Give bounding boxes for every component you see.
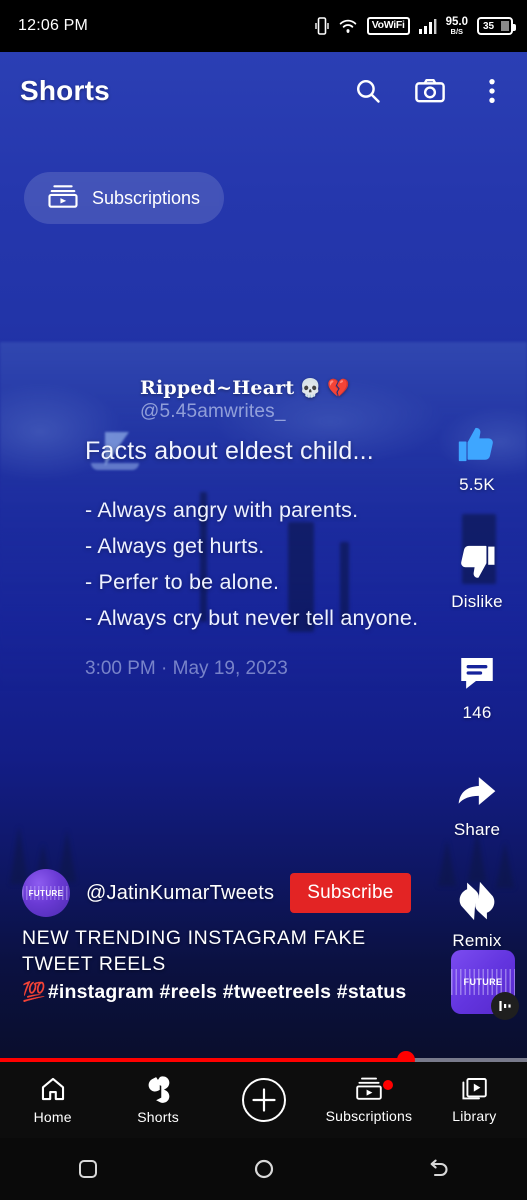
- nav-item-subscriptions[interactable]: Subscriptions: [316, 1076, 421, 1124]
- share-label: Share: [453, 820, 501, 839]
- hashtag-text: #instagram #reels #tweetreels #status: [47, 980, 407, 1003]
- tweet-header: Ripped~Heart 💀 💔: [0, 377, 440, 399]
- like-button[interactable]: 5.5K: [454, 422, 500, 495]
- dislike-label: Dislike: [451, 592, 503, 611]
- tweet-timestamp: 3:00 PM · May 19, 2023: [85, 658, 288, 679]
- status-icons: VoWiFi 95.0 B/S 35: [315, 16, 516, 36]
- subscribe-button[interactable]: Subscribe: [290, 873, 411, 913]
- avatar-label: FUTURE: [28, 888, 64, 898]
- plus-circle-icon: [241, 1078, 286, 1122]
- nav-item-library[interactable]: Library: [422, 1076, 527, 1124]
- square-recents-icon[interactable]: [0, 1157, 176, 1181]
- tweet-line: - Always angry with parents.: [85, 498, 359, 522]
- tweet-line: - Always get hurts.: [85, 534, 265, 558]
- vibrate-icon: [315, 17, 329, 35]
- status-bar: 12:06 PM VoWiFi 95.0 B/S 35: [0, 0, 527, 52]
- tweet-card: Ripped~Heart 💀 💔 @5.45amwrites_ Facts ab…: [0, 377, 440, 680]
- subscriptions-filter-chip[interactable]: Subscriptions: [24, 172, 225, 224]
- header-actions: [353, 76, 507, 106]
- comment-count: 146: [462, 703, 492, 722]
- tweet-line: - Always cry but never tell anyone.: [85, 606, 419, 630]
- home-icon: [41, 1077, 64, 1101]
- search-icon[interactable]: [353, 76, 383, 106]
- bottom-navigation: Home Shorts Subscriptions Library: [0, 1062, 527, 1138]
- thumbs-up-icon: [454, 422, 500, 468]
- video-hashtags: 💯 #instagram #reels #tweetreels #status: [22, 980, 442, 1004]
- battery-icon: 35: [477, 17, 516, 35]
- battery-fill: [501, 21, 509, 31]
- audio-bars-icon[interactable]: [491, 992, 519, 1020]
- library-icon: [462, 1078, 488, 1100]
- wifi-icon: [339, 19, 357, 33]
- page-title: Shorts: [20, 75, 110, 106]
- comment-button[interactable]: 146: [454, 650, 500, 723]
- thumbs-down-icon: [454, 539, 500, 585]
- subscriptions-icon: [356, 1077, 382, 1100]
- network-speed-unit: B/S: [450, 27, 464, 36]
- camera-icon[interactable]: [415, 76, 445, 106]
- nav-label-subscriptions: Subscriptions: [325, 1108, 413, 1124]
- nav-label-home: Home: [33, 1109, 72, 1125]
- channel-row: FUTURE @JatinKumarTweets Subscribe: [22, 869, 411, 917]
- remix-button[interactable]: Remix: [452, 878, 501, 951]
- tweet-headline: Facts about eldest child...: [85, 437, 374, 465]
- subscriptions-icon: [48, 184, 78, 213]
- signal-bars-icon: [418, 19, 437, 34]
- status-time: 12:06 PM: [18, 17, 89, 34]
- android-navigation-bar: [0, 1138, 527, 1200]
- tweet-handle: @5.45amwrites_: [140, 401, 286, 422]
- battery-level: 35: [483, 20, 495, 32]
- like-count: 5.5K: [459, 475, 495, 494]
- channel-name[interactable]: @JatinKumarTweets: [86, 882, 274, 905]
- shorts-icon: [148, 1076, 170, 1103]
- remix-label: Remix: [452, 931, 502, 950]
- more-vertical-icon[interactable]: [477, 76, 507, 106]
- nav-label-shorts: Shorts: [137, 1109, 179, 1125]
- nav-label-library: Library: [452, 1108, 497, 1124]
- sound-thumbnail-label: FUTURE: [463, 977, 503, 987]
- video-description[interactable]: NEW TRENDING INSTAGRAM FAKE TWEET REELS …: [22, 925, 442, 1004]
- tweet-line: - Perfer to be alone.: [85, 570, 280, 594]
- back-arrow-icon[interactable]: [351, 1157, 527, 1181]
- shorts-screen: 12:06 PM VoWiFi 95.0 B/S 35 Shorts Subsc…: [0, 0, 527, 1200]
- shorts-header: Shorts: [0, 52, 527, 130]
- nav-item-shorts[interactable]: Shorts: [105, 1075, 210, 1125]
- skull-emoji: 💀: [299, 377, 323, 399]
- network-speed: 95.0 B/S: [446, 16, 468, 36]
- remix-icon: [454, 878, 500, 924]
- tweet-name-text: Ripped~Heart: [140, 377, 295, 399]
- tweet-body: - Always angry with parents. - Always ge…: [0, 492, 440, 636]
- dislike-button[interactable]: Dislike: [451, 539, 503, 612]
- video-player[interactable]: Shorts Subscriptions Ripped~Heart 💀 💔 @5…: [0, 52, 527, 1062]
- subscriptions-badge-dot: [382, 1080, 393, 1090]
- tweet-display-name: Ripped~Heart 💀 💔: [140, 377, 350, 399]
- nav-item-create[interactable]: [211, 1077, 316, 1123]
- share-icon: [454, 767, 500, 813]
- vowifi-badge: VoWiFi: [366, 17, 410, 35]
- circle-home-icon[interactable]: [176, 1157, 352, 1181]
- avatar[interactable]: FUTURE: [22, 869, 70, 917]
- nav-item-home[interactable]: Home: [0, 1075, 105, 1125]
- comment-icon: [454, 650, 500, 696]
- video-title: NEW TRENDING INSTAGRAM FAKE TWEET REELS: [22, 927, 366, 975]
- subscriptions-chip-label: Subscriptions: [92, 187, 201, 208]
- broken-heart-emoji: 💔: [327, 377, 350, 399]
- share-button[interactable]: Share: [454, 767, 500, 840]
- action-rail: 5.5K Dislike 146 Share Remix: [431, 422, 523, 951]
- hundred-emoji: 💯: [22, 982, 46, 1003]
